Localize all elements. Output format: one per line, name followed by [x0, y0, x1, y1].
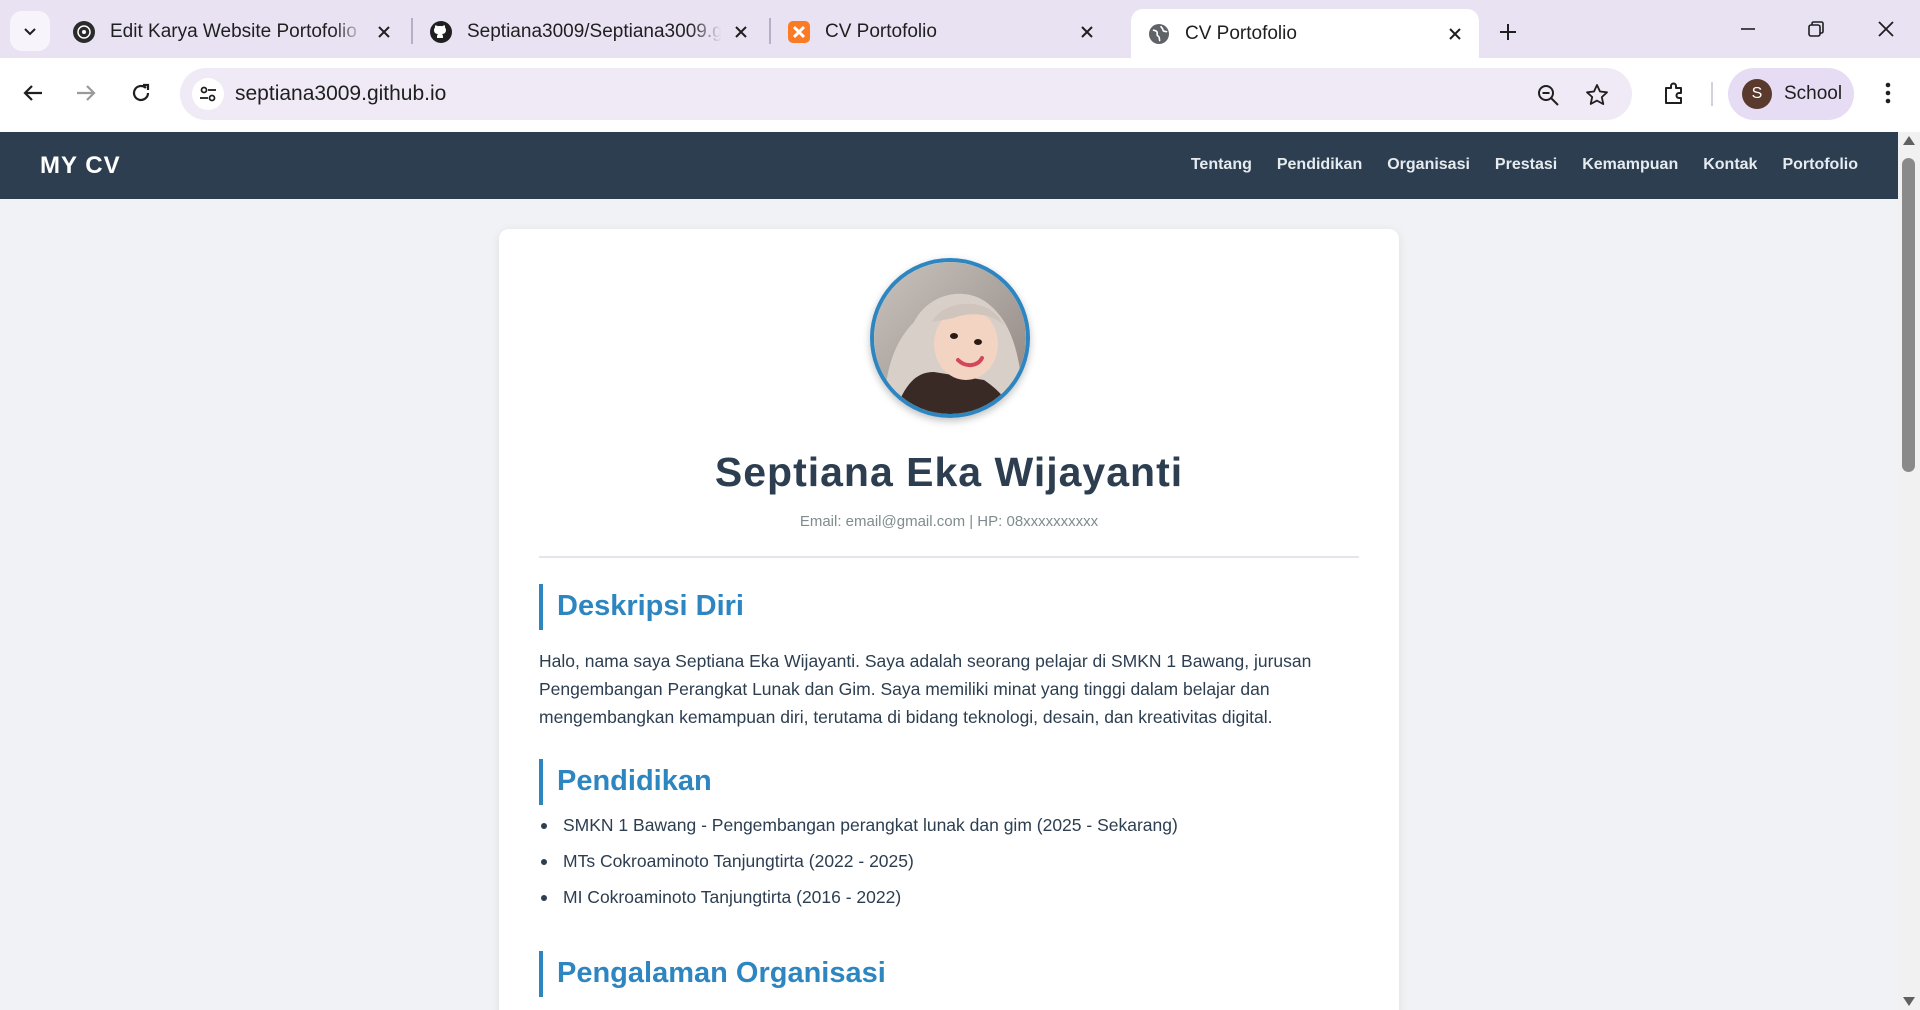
tab-strip: Edit Karya Website Portofolio | F Septia…: [0, 0, 1920, 58]
nav-link-kemampuan[interactable]: Kemampuan: [1582, 156, 1678, 174]
profile-button[interactable]: S School: [1728, 68, 1854, 120]
reload-icon: [132, 83, 150, 102]
avatar: S: [1742, 79, 1772, 109]
browser-toolbar: septiana3009.github.io S School: [0, 58, 1920, 132]
nav-link-pendidikan[interactable]: Pendidikan: [1277, 156, 1362, 174]
tab-search-button[interactable]: [10, 11, 50, 51]
restore-button[interactable]: [1788, 8, 1844, 50]
tab-cv-portofolio-xampp[interactable]: CV Portofolio: [771, 9, 1111, 54]
tab-title: Septiana3009/Septiana3009.github: [467, 20, 721, 42]
close-icon: [1878, 21, 1894, 37]
section-title-deskripsi: Deskripsi Diri: [539, 584, 744, 630]
profile-photo: [870, 258, 1030, 418]
bookmark-button[interactable]: [1583, 81, 1611, 109]
list-item: MTs Cokroaminoto Tanjungtirta (2022 - 20…: [539, 849, 1359, 885]
page-viewport: MY CV Tentang Pendidikan Organisasi Pres…: [0, 132, 1920, 1010]
section-title-pendidikan: Pendidikan: [539, 759, 712, 805]
globe-icon: [1147, 22, 1171, 46]
tab-title: CV Portofolio: [1185, 22, 1297, 44]
github-icon: [429, 20, 453, 44]
xampp-icon: [787, 20, 811, 44]
site-navbar: MY CV Tentang Pendidikan Organisasi Pres…: [0, 132, 1898, 199]
url-text[interactable]: septiana3009.github.io: [235, 82, 446, 106]
minimize-button[interactable]: [1720, 8, 1776, 50]
nav-link-organisasi[interactable]: Organisasi: [1387, 156, 1470, 174]
nav-links: Tentang Pendidikan Organisasi Prestasi K…: [1191, 156, 1858, 174]
list-item: MI Cokroaminoto Tanjungtirta (2016 - 202…: [539, 885, 1359, 921]
close-icon[interactable]: [729, 20, 753, 44]
profile-label: School: [1784, 83, 1843, 104]
deskripsi-text: Halo, nama saya Septiana Eka Wijayanti. …: [539, 651, 1312, 727]
chevron-down-icon: [24, 28, 36, 36]
site-info-button[interactable]: [192, 78, 224, 110]
list-item: SMKN 1 Bawang - Pengembangan perangkat l…: [539, 813, 1359, 849]
education-list: SMKN 1 Bawang - Pengembangan perangkat l…: [539, 813, 1359, 921]
reload-button[interactable]: [121, 73, 161, 113]
nav-link-prestasi[interactable]: Prestasi: [1495, 156, 1557, 174]
browser-menu-button[interactable]: [1870, 73, 1906, 113]
tab-github[interactable]: Septiana3009/Septiana3009.github: [413, 9, 765, 54]
extensions-button[interactable]: [1655, 73, 1695, 113]
nav-link-portofolio[interactable]: Portofolio: [1782, 156, 1858, 174]
cv-card: Septiana Eka Wijayanti Email: email@gmai…: [499, 229, 1399, 1010]
close-icon[interactable]: [1443, 22, 1467, 46]
site-logo-icon: [72, 20, 96, 44]
tab-title: CV Portofolio: [825, 20, 937, 42]
profile-name: Septiana Eka Wijayanti: [714, 449, 1184, 495]
star-icon: [1586, 84, 1608, 105]
restore-icon: [1808, 21, 1824, 37]
tab-title: Edit Karya Website Portofolio | F: [110, 20, 364, 42]
close-icon[interactable]: [372, 20, 396, 44]
nav-link-tentang[interactable]: Tentang: [1191, 156, 1252, 174]
scroll-up-arrow[interactable]: [1903, 136, 1915, 145]
arrow-right-icon: [77, 85, 96, 101]
tab-edit-karya[interactable]: Edit Karya Website Portofolio | F: [56, 9, 408, 54]
site-brand[interactable]: MY CV: [40, 152, 121, 180]
zoom-out-icon: [1538, 85, 1559, 106]
more-vertical-icon: [1885, 82, 1891, 104]
toolbar-separator: [1711, 82, 1713, 106]
new-tab-button[interactable]: [1490, 14, 1526, 50]
forward-button[interactable]: [66, 73, 106, 113]
divider: [539, 556, 1359, 558]
zoom-button[interactable]: [1534, 81, 1562, 109]
puzzle-icon: [1665, 82, 1682, 104]
close-window-button[interactable]: [1858, 8, 1914, 50]
nav-link-kontak[interactable]: Kontak: [1703, 156, 1757, 174]
back-button[interactable]: [13, 73, 53, 113]
arrow-left-icon: [23, 85, 42, 101]
minimize-icon: [1741, 28, 1755, 30]
scroll-thumb[interactable]: [1902, 158, 1915, 472]
tune-icon: [200, 86, 216, 102]
section-title-organisasi: Pengalaman Organisasi: [539, 951, 886, 997]
close-icon[interactable]: [1075, 20, 1099, 44]
plus-icon: [1500, 24, 1516, 40]
scroll-down-arrow[interactable]: [1903, 997, 1915, 1006]
profile-contact: Email: email@gmail.com | HP: 08xxxxxxxxx…: [799, 513, 1099, 530]
address-bar[interactable]: septiana3009.github.io: [180, 68, 1632, 120]
tab-cv-portofolio-active[interactable]: CV Portofolio: [1131, 9, 1479, 58]
page-scrollbar[interactable]: [1898, 132, 1920, 1010]
